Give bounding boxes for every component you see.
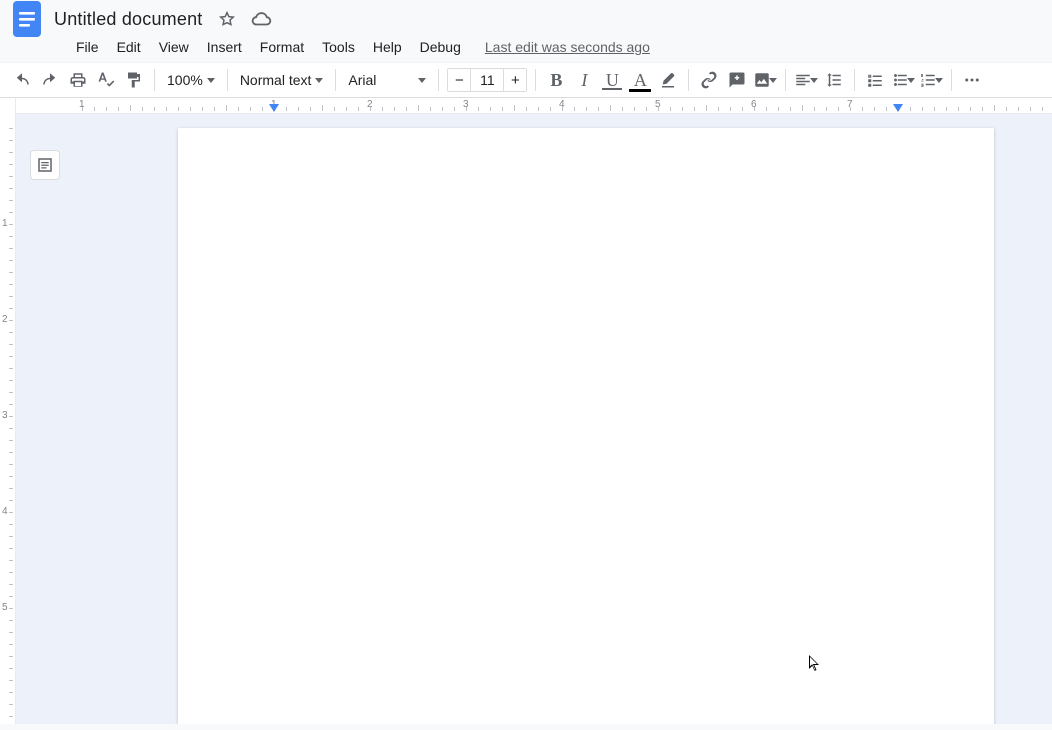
separator	[688, 69, 689, 91]
font-size-input[interactable]	[471, 68, 503, 92]
right-indent-marker[interactable]	[893, 104, 903, 112]
zoom-value: 100%	[167, 72, 203, 88]
menu-help[interactable]: Help	[365, 35, 410, 59]
menu-edit[interactable]: Edit	[109, 35, 149, 59]
bulleted-list-button[interactable]	[889, 66, 917, 94]
text-color-swatch	[629, 89, 651, 92]
menu-file[interactable]: File	[68, 35, 107, 59]
line-spacing-button[interactable]	[820, 66, 848, 94]
text-color-button[interactable]: A	[626, 66, 654, 94]
insert-link-button[interactable]	[695, 66, 723, 94]
separator	[535, 69, 536, 91]
chevron-down-icon	[769, 78, 777, 83]
document-outline-button[interactable]	[30, 150, 60, 180]
insert-image-button[interactable]	[751, 66, 779, 94]
font-size-stepper: − +	[447, 68, 527, 92]
menu-insert[interactable]: Insert	[199, 35, 250, 59]
chevron-down-icon	[935, 78, 943, 83]
star-icon[interactable]	[218, 10, 236, 28]
zoom-select[interactable]: 100%	[161, 66, 221, 94]
ruler-label: 5	[2, 602, 8, 613]
font-family-select[interactable]: Arial	[342, 66, 432, 94]
separator	[951, 69, 952, 91]
underline-button[interactable]: U	[598, 66, 626, 94]
chevron-down-icon	[810, 78, 818, 83]
vertical-ruler[interactable]: 1 2 3 4 5	[0, 98, 16, 724]
menu-view[interactable]: View	[151, 35, 197, 59]
separator	[438, 69, 439, 91]
editor-area: 11234567 1 2 3 4 5	[0, 98, 1052, 724]
ruler-label: 2	[2, 314, 8, 325]
highlight-color-button[interactable]	[654, 66, 682, 94]
chevron-down-icon	[207, 78, 215, 83]
font-family-value: Arial	[348, 72, 376, 88]
text-color-label: A	[634, 70, 647, 91]
font-size-decrease-button[interactable]: −	[447, 68, 471, 92]
bold-button[interactable]: B	[542, 66, 570, 94]
print-button[interactable]	[64, 66, 92, 94]
cloud-saved-icon[interactable]	[250, 10, 272, 28]
numbered-list-button[interactable]	[917, 66, 945, 94]
menu-bar: File Edit View Insert Format Tools Help …	[0, 32, 1052, 62]
ruler-label: 1	[2, 218, 8, 229]
left-indent-marker[interactable]	[269, 104, 279, 112]
docs-app-icon[interactable]	[12, 0, 44, 40]
separator	[154, 69, 155, 91]
chevron-down-icon	[907, 78, 915, 83]
chevron-down-icon	[418, 78, 426, 83]
redo-button[interactable]	[36, 66, 64, 94]
undo-button[interactable]	[8, 66, 36, 94]
separator	[227, 69, 228, 91]
separator	[854, 69, 855, 91]
menu-format[interactable]: Format	[252, 35, 312, 59]
paragraph-style-select[interactable]: Normal text	[234, 66, 330, 94]
ruler-label: 3	[2, 410, 8, 421]
paragraph-style-value: Normal text	[240, 72, 312, 88]
more-tools-button[interactable]	[958, 66, 986, 94]
horizontal-ruler[interactable]: 11234567	[16, 98, 1052, 114]
last-edit-link[interactable]: Last edit was seconds ago	[485, 39, 650, 55]
menu-tools[interactable]: Tools	[314, 35, 363, 59]
italic-button[interactable]: I	[570, 66, 598, 94]
font-size-increase-button[interactable]: +	[503, 68, 527, 92]
separator	[785, 69, 786, 91]
add-comment-button[interactable]	[723, 66, 751, 94]
ruler-label: 4	[2, 506, 8, 517]
menu-debug[interactable]: Debug	[412, 35, 469, 59]
spellcheck-button[interactable]	[92, 66, 120, 94]
align-button[interactable]	[792, 66, 820, 94]
checklist-button[interactable]	[861, 66, 889, 94]
chevron-down-icon	[315, 78, 323, 83]
paint-format-button[interactable]	[120, 66, 148, 94]
toolbar: 100% Normal text Arial − + B I U A	[0, 62, 1052, 98]
document-page[interactable]	[178, 128, 994, 724]
document-title[interactable]: Untitled document	[54, 9, 202, 30]
separator	[335, 69, 336, 91]
